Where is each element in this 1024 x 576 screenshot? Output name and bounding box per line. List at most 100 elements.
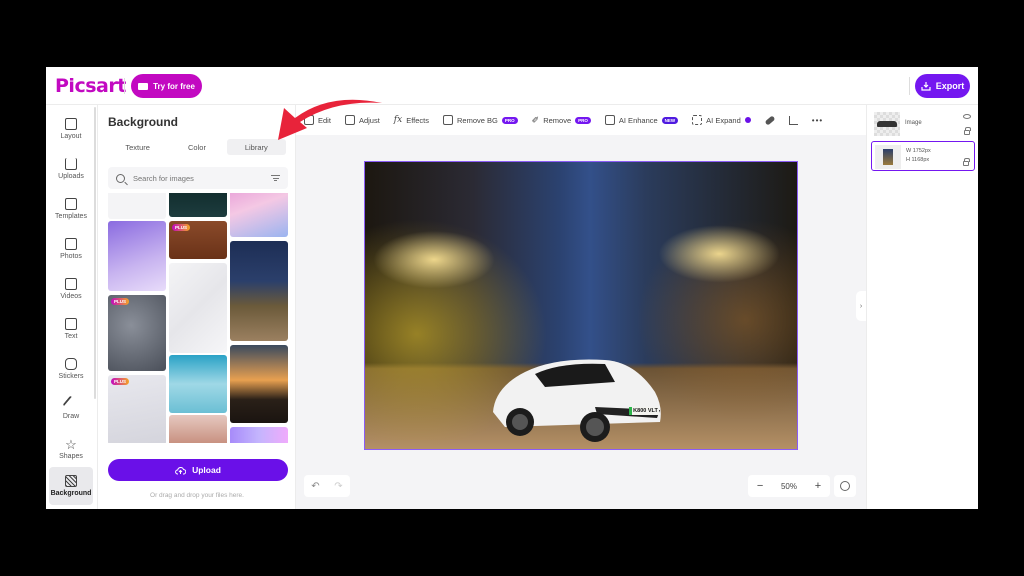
upload-button[interactable]: Upload — [108, 459, 288, 481]
expand-icon — [692, 115, 703, 125]
pill-eraser-icon — [764, 114, 776, 126]
undo-button[interactable]: ↶ — [311, 481, 319, 492]
rail-item-background[interactable]: Background — [49, 467, 93, 505]
visibility-icon[interactable] — [963, 114, 971, 119]
layer-thumbnail — [874, 112, 900, 136]
zoom-out-button[interactable]: − — [757, 480, 763, 492]
library-tile[interactable]: PLUS — [108, 295, 166, 371]
tool-edit[interactable]: Edit — [304, 115, 331, 125]
library-tile[interactable] — [230, 193, 288, 237]
library-tile[interactable] — [230, 345, 288, 423]
tool-ai-enhance[interactable]: AI Enhance NEW — [604, 115, 679, 125]
rail-label: Videos — [60, 293, 82, 300]
lock-icon[interactable] — [963, 158, 970, 166]
rail-item-text[interactable]: Text — [49, 311, 93, 347]
library-tile[interactable] — [169, 263, 227, 353]
layer-background[interactable]: W 1752px H 1168px — [871, 141, 975, 171]
star-icon: ☆ — [65, 437, 77, 452]
picsart-logo[interactable]: Picsart — [55, 75, 126, 97]
rail-label: Stickers — [58, 373, 84, 380]
canvas-area: K800 VLT ↶ ↷ − 50% + — [296, 135, 866, 509]
zoom-level[interactable]: 50% — [781, 482, 797, 491]
rail-label: Templates — [55, 213, 87, 220]
layer-height: H 1168px — [906, 157, 930, 163]
tab-texture[interactable]: Texture — [108, 139, 167, 155]
collapse-right-panel-handle[interactable]: › — [856, 291, 866, 321]
rail-label: Layout — [60, 133, 82, 140]
lock-icon[interactable] — [964, 127, 971, 135]
redo-button[interactable]: ↷ — [334, 481, 342, 492]
more-tools-button[interactable]: ••• — [812, 116, 823, 125]
rail-label: Draw — [62, 413, 80, 420]
search-input[interactable] — [133, 173, 263, 183]
divider — [909, 77, 910, 95]
rail-item-uploads[interactable]: Uploads — [49, 151, 93, 187]
tool-crop[interactable] — [788, 115, 798, 125]
fx-icon: fx — [393, 115, 403, 125]
layer-thumbnail — [875, 145, 901, 169]
tool-label: Effects — [406, 115, 430, 125]
library-tile[interactable]: PLUS — [169, 221, 227, 259]
tab-color[interactable]: Color — [167, 139, 226, 155]
library-tile[interactable] — [108, 221, 166, 291]
filter-icon[interactable] — [271, 174, 280, 182]
panel-title: Background — [108, 115, 179, 129]
tool-adjust[interactable]: Adjust — [344, 115, 380, 125]
rail-label: Background — [50, 490, 92, 497]
tool-eraser[interactable] — [764, 114, 776, 126]
premium-dot — [744, 117, 751, 123]
rail-scrollbar[interactable] — [94, 107, 96, 399]
rail-item-draw[interactable]: Draw — [49, 391, 93, 427]
layer-name: Image — [905, 120, 922, 126]
canvas-settings-button[interactable] — [834, 475, 856, 497]
tool-ai-expand[interactable]: AI Expand — [692, 115, 751, 125]
library-tile[interactable] — [169, 355, 227, 413]
canvas-image[interactable]: K800 VLT — [364, 161, 798, 450]
library-tile[interactable] — [169, 415, 227, 443]
rail-item-templates[interactable]: Templates — [49, 191, 93, 227]
picsart-editor: Picsart Try for free Export Layout Uploa… — [46, 67, 978, 509]
rail-label: Uploads — [58, 173, 84, 180]
templates-icon — [65, 198, 77, 210]
plus-badge: PLUS — [111, 298, 130, 305]
videos-icon — [65, 278, 77, 290]
export-button[interactable]: Export — [915, 74, 970, 98]
tool-label: AI Expand — [706, 115, 741, 125]
new-badge: NEW — [661, 116, 679, 124]
rail-item-layout[interactable]: Layout — [49, 111, 93, 147]
rail-item-stickers[interactable]: Stickers — [49, 351, 93, 387]
rail-item-photos[interactable]: Photos — [49, 231, 93, 267]
library-tile[interactable] — [230, 241, 288, 341]
enhance-icon — [604, 115, 615, 125]
try-for-free-label: Try for free — [153, 81, 195, 91]
library-tile[interactable] — [169, 193, 227, 217]
tab-library[interactable]: Library — [226, 139, 286, 155]
eraser-icon: ✐ — [531, 114, 540, 125]
crop-icon — [788, 115, 798, 125]
crown-icon — [138, 82, 149, 90]
license-plate: K800 VLT — [629, 407, 659, 415]
library-tile[interactable]: PLUS — [108, 375, 166, 443]
tool-effects[interactable]: fx Effects — [394, 115, 429, 125]
zoom-controls: − 50% + — [748, 475, 830, 497]
pro-badge: PRO — [501, 116, 518, 124]
layer-image[interactable]: Image — [871, 109, 975, 139]
try-for-free-button[interactable]: Try for free — [131, 74, 202, 98]
remove-bg-icon — [443, 115, 454, 125]
more-icon: ••• — [811, 115, 824, 125]
export-label: Export — [935, 81, 965, 91]
layers-panel: Image W 1752px H 1168px — [866, 105, 978, 509]
upload-label: Upload — [192, 465, 221, 475]
edit-toolbar: Edit Adjust fx Effects Remove BG PRO ✐ Remo… — [296, 105, 866, 135]
zoom-in-button[interactable]: + — [815, 480, 821, 492]
tool-remove[interactable]: ✐ Remove PRO — [532, 115, 591, 126]
tool-remove-bg[interactable]: Remove BG PRO — [443, 115, 518, 125]
gear-icon — [840, 481, 850, 491]
rail-item-shapes[interactable]: ☆ Shapes — [49, 431, 93, 467]
edit-icon — [304, 115, 314, 125]
library-tile[interactable] — [230, 427, 288, 443]
tool-label: Remove BG — [457, 115, 498, 125]
tile-blank — [108, 193, 166, 219]
rail-item-videos[interactable]: Videos — [49, 271, 93, 307]
car-cutout[interactable] — [485, 352, 665, 442]
